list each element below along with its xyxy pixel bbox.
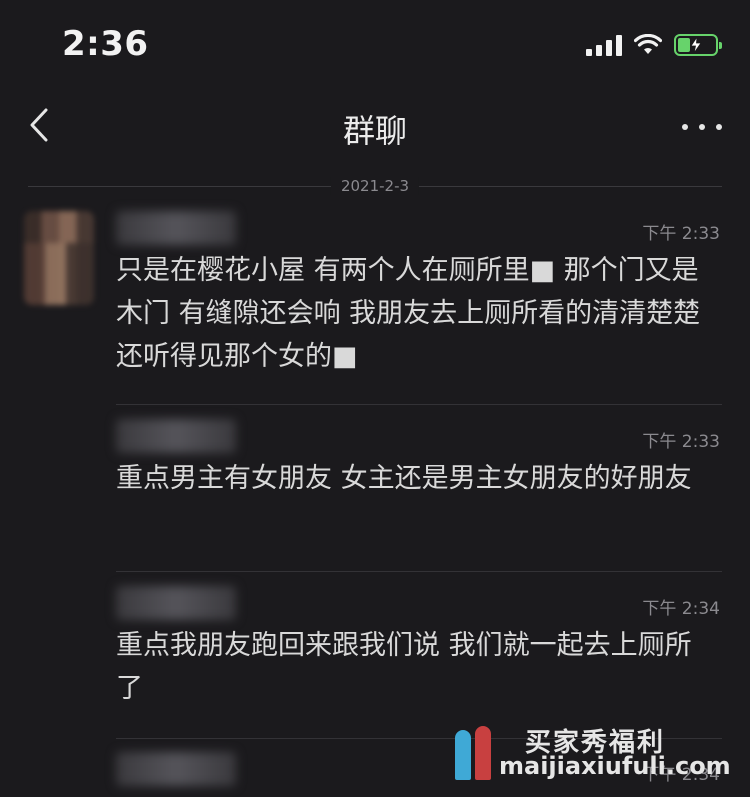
status-icons bbox=[586, 30, 722, 60]
dot-icon bbox=[699, 124, 705, 130]
message-time: 下午 2:33 bbox=[642, 432, 720, 452]
dot-icon bbox=[716, 124, 722, 130]
charging-bolt-icon bbox=[690, 37, 702, 53]
message-time: 下午 2:34 bbox=[642, 599, 720, 619]
sender-name-blurred[interactable] bbox=[116, 419, 236, 453]
avatar[interactable] bbox=[24, 211, 94, 305]
message-text[interactable]: 只是在樱花小屋 有两个人在厕所里■ 那个门又是木门 有缝隙还会响 我朋友去上厕所… bbox=[116, 249, 714, 378]
watermark-man-figure-icon bbox=[455, 730, 471, 780]
message-divider bbox=[116, 571, 722, 572]
date-divider: 2021-2-3 bbox=[28, 177, 722, 195]
message-item: 下午 2:33 只是在樱花小屋 有两个人在厕所里■ 那个门又是木门 有缝隙还会响… bbox=[116, 211, 720, 391]
battery-icon bbox=[674, 34, 722, 56]
date-label: 2021-2-3 bbox=[330, 177, 420, 195]
nav-bar: 群聊 bbox=[0, 90, 750, 170]
sender-name-blurred[interactable] bbox=[116, 586, 236, 620]
message-time: 下午 2:33 bbox=[642, 224, 720, 244]
sender-name-blurred[interactable] bbox=[116, 752, 236, 786]
sender-name-blurred[interactable] bbox=[116, 211, 236, 245]
message-text[interactable]: 重点我朋友跑回来跟我们说 我们就一起去上厕所了 bbox=[116, 624, 714, 710]
message-item: 下午 2:34 重点我朋友跑回来跟我们说 我们就一起去上厕所了 bbox=[116, 586, 720, 726]
dot-icon bbox=[682, 124, 688, 130]
status-time: 2:36 bbox=[62, 24, 149, 64]
page-title: 群聊 bbox=[342, 112, 407, 150]
more-options-button[interactable] bbox=[682, 112, 722, 142]
watermark: 买家秀福利 maijiaxiufuli.com bbox=[455, 722, 731, 782]
wifi-icon bbox=[634, 34, 662, 54]
cellular-signal-icon bbox=[586, 34, 622, 56]
message-text[interactable]: 重点男主有女朋友 女主还是男主女朋友的好朋友 bbox=[116, 457, 714, 500]
status-bar: 2:36 bbox=[0, 0, 750, 90]
message-item: 下午 2:33 重点男主有女朋友 女主还是男主女朋友的好朋友 bbox=[116, 419, 720, 559]
watermark-url: maijiaxiufuli.com bbox=[499, 752, 731, 780]
watermark-woman-figure-icon bbox=[475, 726, 491, 780]
message-divider bbox=[116, 404, 722, 405]
